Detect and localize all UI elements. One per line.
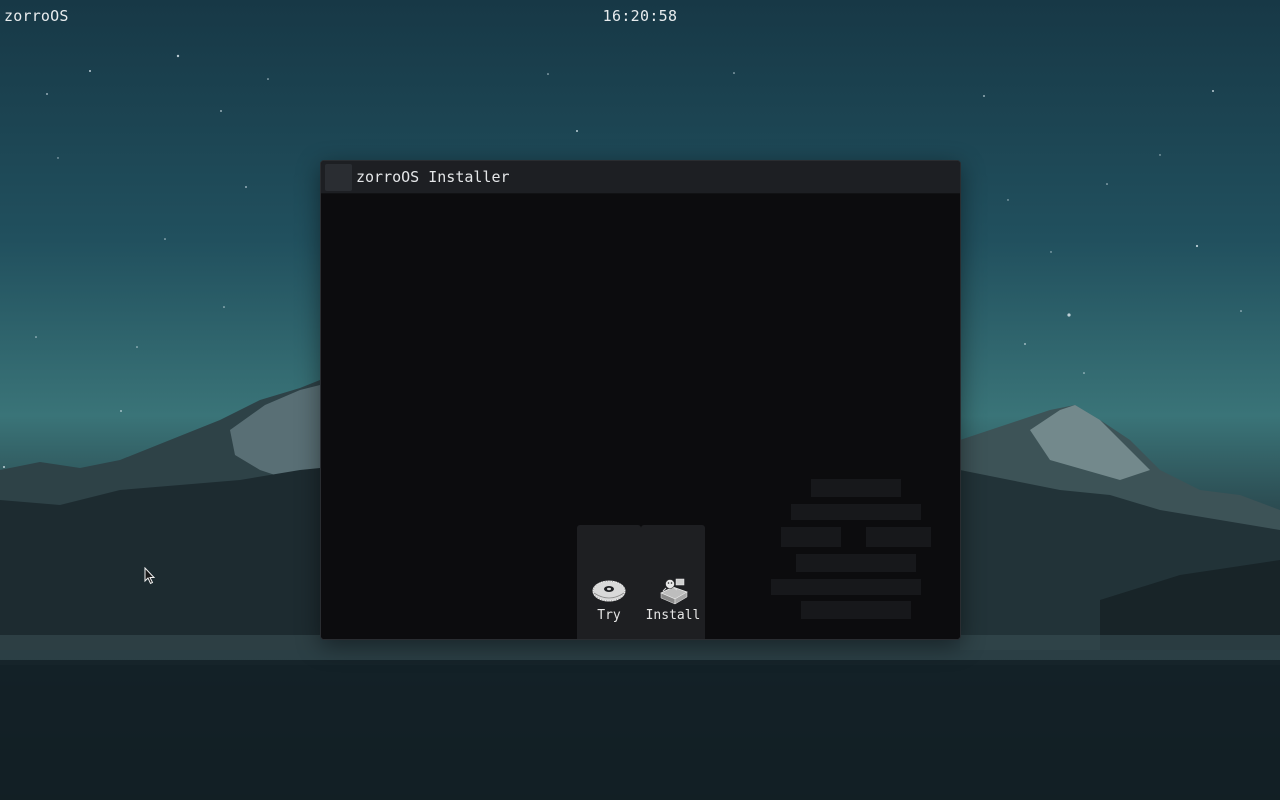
installer-window[interactable]: zorroOS Installer Try Install bbox=[320, 160, 961, 640]
clock: 16:20:58 bbox=[602, 7, 678, 25]
window-titlebar[interactable]: zorroOS Installer bbox=[321, 161, 960, 194]
install-label: Install bbox=[645, 608, 701, 623]
try-option-button[interactable]: Try bbox=[577, 525, 641, 639]
watermark-logo-icon bbox=[771, 479, 931, 619]
window-title: zorroOS Installer bbox=[356, 168, 510, 186]
installer-icon bbox=[660, 578, 688, 605]
window-menu-button[interactable] bbox=[325, 164, 352, 191]
mouse-cursor-icon bbox=[144, 567, 156, 585]
install-option-button[interactable]: Install bbox=[641, 525, 705, 639]
disc-icon bbox=[592, 580, 626, 602]
window-content: Try Install bbox=[321, 194, 960, 639]
try-label: Try bbox=[597, 608, 621, 623]
top-bar: zorroOS 16:20:58 bbox=[0, 0, 1280, 32]
